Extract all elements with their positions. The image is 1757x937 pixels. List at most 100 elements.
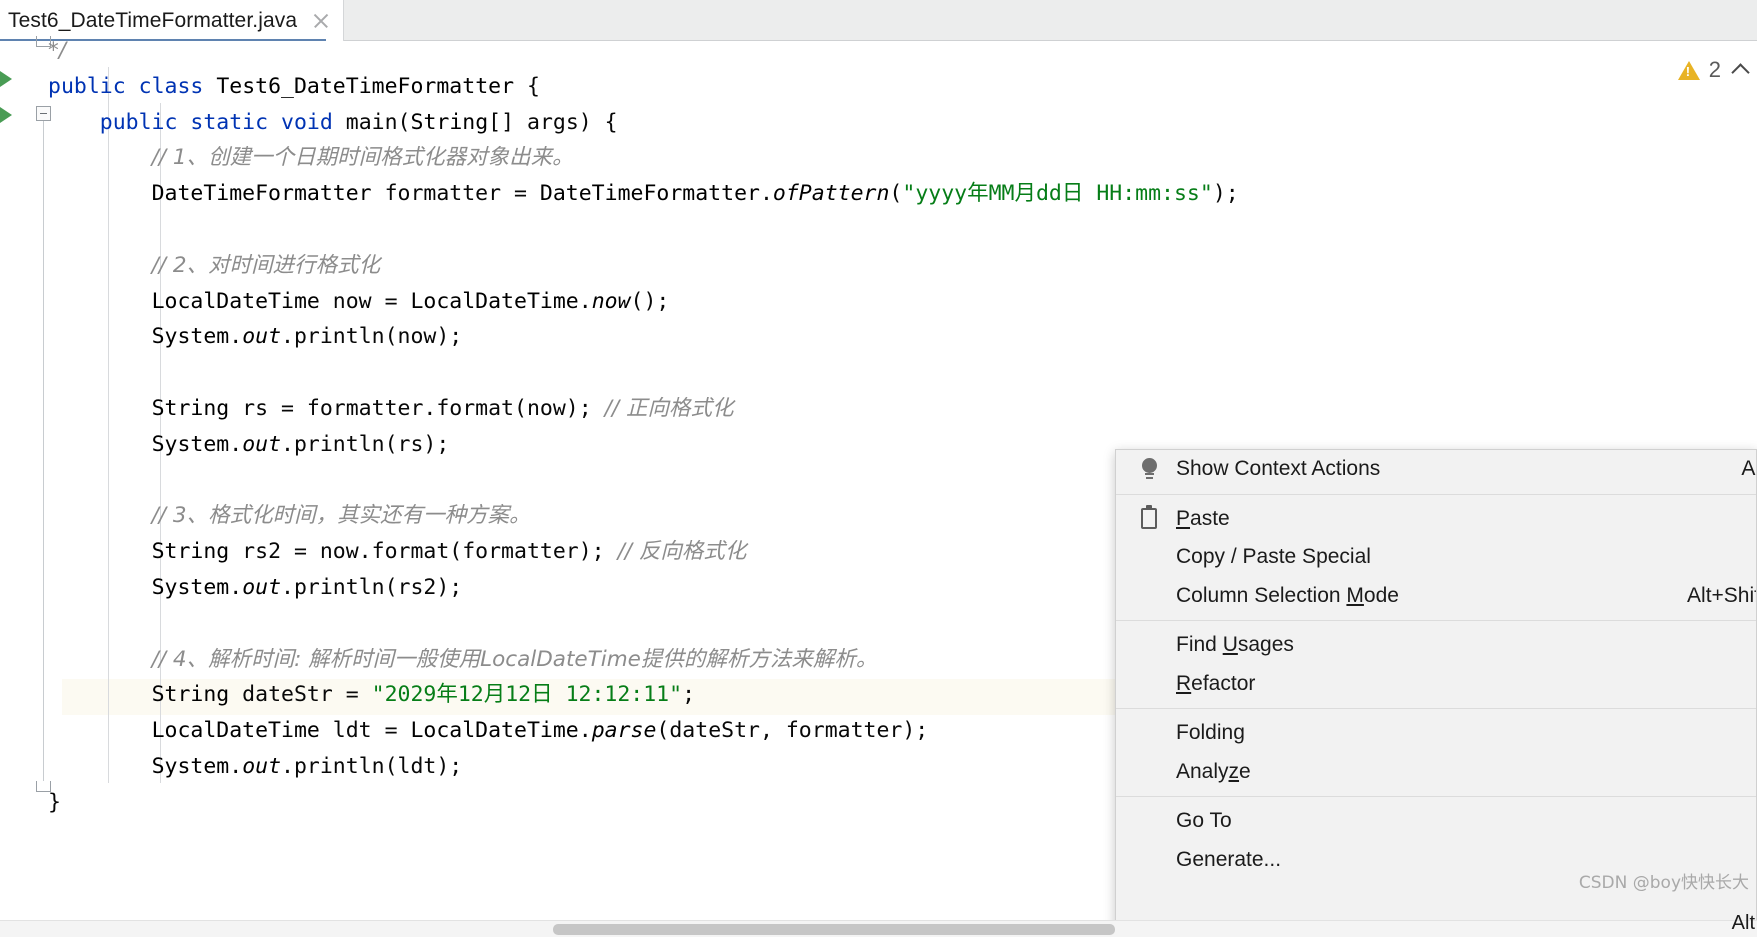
context-menu-item-go-to[interactable]: Go To [1116, 802, 1756, 841]
code-token: "2029年12月12日 12:12:11" [371, 682, 683, 708]
code-token: . [759, 181, 773, 207]
code-token: System [151, 575, 230, 600]
context-menu-item-label: Find Usages [1176, 633, 1294, 657]
code-token: out [242, 754, 282, 779]
context-menu-item-label: Paste [1176, 506, 1230, 530]
code-line: // 3、格式化时间，其实还有一种方案。 [48, 498, 531, 534]
code-line: String dateStr = "2029年12月12日 12:12:11"; [48, 677, 695, 713]
context-menu-item-label: Copy / Paste Special [1176, 545, 1371, 569]
run-class-marker-icon[interactable] [0, 71, 12, 87]
lightbulb-icon [1134, 456, 1164, 482]
editor-context-menu[interactable]: Show Context Actions Al Paste Copy / Paste … [1115, 449, 1757, 937]
code-token: String [151, 396, 230, 421]
code-token: parse [591, 718, 657, 744]
code-token: void [281, 109, 333, 135]
context-menu-item-label: Show Context Actions [1176, 457, 1381, 481]
code-line: } [48, 785, 61, 821]
chevron-up-icon[interactable] [1731, 63, 1750, 82]
run-method-marker-icon[interactable] [0, 107, 12, 123]
inspection-widget[interactable]: 2 [1677, 57, 1750, 83]
horizontal-scrollbar[interactable] [0, 920, 1757, 937]
menu-item-icon-placeholder [1134, 544, 1164, 570]
code-token: System [151, 324, 230, 350]
menu-item-icon-placeholder [1134, 808, 1164, 834]
code-line: public static void main(String[] args) { [48, 105, 618, 141]
code-token: Test6_DateTimeFormatter [216, 73, 515, 99]
code-token: [] args) { [488, 109, 618, 135]
code-token: // 3、格式化时间，其实还有一种方案。 [151, 503, 531, 529]
code-line: String rs = formatter.format(now); // 正向… [48, 391, 734, 427]
menu-item-icon-placeholder [1134, 720, 1164, 746]
context-menu-item-folding[interactable]: Folding [1116, 714, 1756, 753]
code-token: String [151, 539, 230, 565]
context-menu-item-label: Refactor [1176, 671, 1256, 695]
code-line: public class Test6_DateTimeFormatter { [48, 69, 540, 105]
context-menu-item-label: Column Selection Mode [1176, 583, 1399, 607]
code-line: DateTimeFormatter formatter = DateTimeFo… [48, 176, 1239, 212]
context-menu-item-find-usages[interactable]: Find Usages [1116, 626, 1756, 665]
menu-item-icon-placeholder [1134, 847, 1164, 873]
code-line: System.out.println(rs); [48, 427, 450, 463]
code-token: . [229, 324, 243, 350]
code-token: .println(rs2); [281, 575, 463, 600]
code-line: System.out.println(now); [48, 319, 463, 355]
code-token: { [514, 73, 540, 99]
context-menu-item-accelerator: Al [1741, 457, 1756, 481]
fold-region-line [43, 121, 44, 781]
context-menu-separator [1116, 620, 1756, 621]
close-icon[interactable] [311, 11, 331, 31]
context-menu-item-show-context-actions[interactable]: Show Context Actions Al [1116, 450, 1756, 489]
menu-item-icon-placeholder [1134, 671, 1164, 697]
context-menu-item-label: Generate... [1176, 847, 1282, 871]
code-token: out [242, 575, 282, 600]
code-token: .println(now); [281, 324, 463, 350]
code-token: static [190, 109, 269, 135]
warning-count: 2 [1708, 57, 1721, 82]
code-token: (dateStr, formatter); [656, 718, 929, 744]
menu-item-icon-placeholder [1134, 759, 1164, 785]
context-menu-item-accelerator: Alt+Shif [1687, 583, 1757, 607]
context-menu-item-paste[interactable]: Paste [1116, 500, 1756, 539]
code-token: "yyyy年MM月dd日 HH:mm:ss" [902, 181, 1213, 207]
code-token: // 正向格式化 [604, 396, 734, 421]
context-menu-item-analyze[interactable]: Analyze [1116, 753, 1756, 792]
code-line: // 4、解析时间: 解析时间一般使用LocalDateTime提供的解析方法来… [48, 642, 878, 678]
code-token: LocalDateTime [151, 718, 320, 744]
context-menu-item-copy-paste-special[interactable]: Copy / Paste Special [1116, 538, 1756, 577]
code-token: // 1、创建一个日期时间格式化器对象出来。 [151, 145, 574, 171]
code-token: // 2、对时间进行格式化 [151, 252, 381, 278]
code-token: ( [889, 181, 903, 207]
code-token: DateTimeFormatter [151, 181, 372, 207]
code-token: ; [682, 682, 696, 708]
code-line: System.out.println(rs2); [48, 570, 463, 606]
clipboard-icon [1134, 505, 1164, 532]
code-token: ); [1212, 181, 1239, 207]
context-menu-item-refactor[interactable]: Refactor [1116, 665, 1756, 704]
code-token: rs2 = now.format(formatter); [229, 539, 618, 565]
context-menu-item-column-selection-mode[interactable]: Column Selection Mode Alt+Shif [1116, 577, 1756, 616]
code-token: formatter = [371, 181, 540, 207]
context-menu-separator [1116, 796, 1756, 797]
code-token: // 反向格式化 [617, 539, 747, 565]
code-token: . [578, 718, 592, 744]
code-line: String rs2 = now.format(formatter); // 反… [48, 534, 747, 570]
code-token: out [242, 431, 282, 457]
code-token: . [229, 754, 243, 779]
code-line: LocalDateTime now = LocalDateTime.now(); [48, 284, 670, 320]
editor-tab-bar: Test6_DateTimeFormatter.java [0, 0, 1757, 42]
ide-window: Test6_DateTimeFormatter.java */ public cl… [0, 0, 1757, 937]
code-line: // 1、创建一个日期时间格式化器对象出来。 [48, 140, 574, 176]
code-token: class [138, 73, 204, 99]
horizontal-scrollbar-thumb[interactable] [553, 924, 1115, 935]
code-token: System [151, 754, 230, 779]
code-token: . [229, 575, 243, 600]
code-token: dateStr = [229, 682, 372, 708]
code-line: // 2、对时间进行格式化 [48, 248, 381, 284]
code-token: String [410, 109, 489, 135]
